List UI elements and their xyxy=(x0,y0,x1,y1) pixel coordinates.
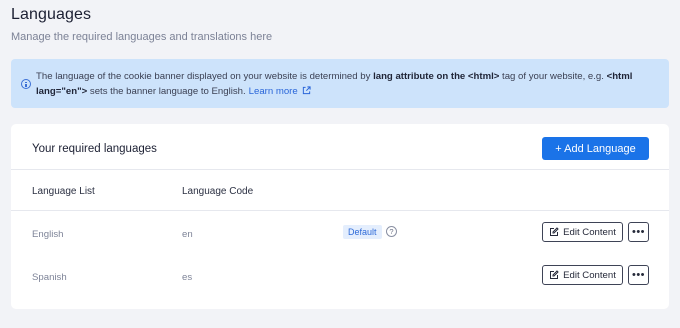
add-language-button[interactable]: + Add Language xyxy=(542,137,649,160)
page-title: Languages xyxy=(11,6,92,23)
edit-content-button[interactable]: Edit Content xyxy=(542,265,623,285)
info-text-part: tag of your website, e.g. xyxy=(499,71,607,82)
edit-icon xyxy=(550,227,559,236)
divider xyxy=(11,210,669,211)
external-link-icon xyxy=(302,86,311,95)
column-header-language-list: Language List xyxy=(32,186,95,197)
help-icon[interactable]: ? xyxy=(386,226,397,237)
table-row: Spanish es Edit Content ••• xyxy=(11,255,669,297)
card-title: Your required languages xyxy=(32,143,157,155)
language-code: es xyxy=(182,272,193,283)
page-subtitle: Manage the required languages and transl… xyxy=(11,31,273,43)
language-name: Spanish xyxy=(32,272,67,283)
edit-content-label: Edit Content xyxy=(563,269,616,281)
info-text-emphasis: lang attribute on the <html> xyxy=(373,71,500,82)
edit-content-label: Edit Content xyxy=(563,226,616,238)
learn-more-label: Learn more xyxy=(248,86,298,97)
languages-page: Languages Manage the required languages … xyxy=(0,0,680,328)
more-options-button[interactable]: ••• xyxy=(628,222,649,242)
required-languages-card: Your required languages + Add Language L… xyxy=(11,124,669,309)
info-icon xyxy=(21,79,31,89)
info-text-part: The language of the cookie banner displa… xyxy=(36,71,374,82)
column-header-language-code: Language Code xyxy=(182,186,254,197)
info-text-part: sets the banner language to English. xyxy=(87,86,246,97)
info-banner: The language of the cookie banner displa… xyxy=(11,59,669,108)
learn-more-link[interactable]: Learn more xyxy=(249,86,311,97)
info-text: The language of the cookie banner displa… xyxy=(36,69,656,99)
language-name: English xyxy=(32,229,64,240)
edit-icon xyxy=(550,270,559,279)
language-code: en xyxy=(182,229,193,240)
default-badge: Default xyxy=(343,225,382,239)
more-options-button[interactable]: ••• xyxy=(628,265,649,285)
table-row: English en Default ? Edit Content ••• xyxy=(11,212,669,254)
edit-content-button[interactable]: Edit Content xyxy=(542,222,623,242)
divider xyxy=(11,169,669,170)
